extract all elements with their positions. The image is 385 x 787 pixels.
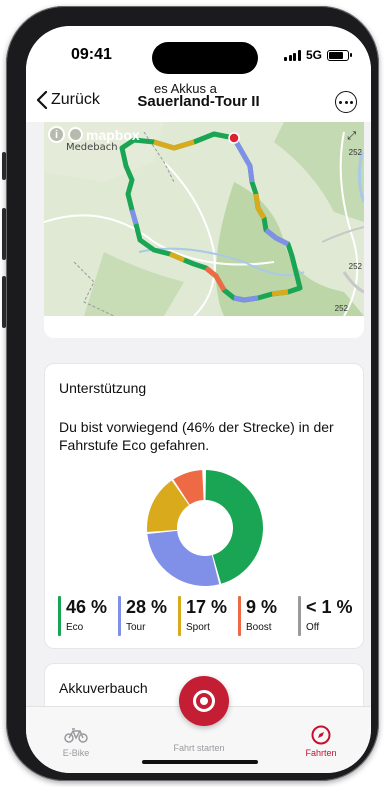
legend-label: Tour <box>126 622 146 633</box>
legend-value: 28 % <box>126 597 168 617</box>
volume-down-button <box>2 276 6 328</box>
support-card: Unterstützung Du bist vorwiegend (46% de… <box>44 363 364 649</box>
tab-ebike[interactable]: E-Bike <box>31 725 121 758</box>
volume-up-button <box>2 208 6 260</box>
tab-rides[interactable]: Fahrten <box>276 725 366 758</box>
route-map[interactable]: i mapbox Medebach 252 252 252 ⤢ <box>44 122 364 316</box>
support-donut-chart <box>147 470 263 586</box>
more-options-icon[interactable] <box>335 91 357 113</box>
battery-usage-title: Akkuverbauch <box>59 680 148 696</box>
status-bar: 09:41 5G <box>26 26 371 86</box>
expand-map-icon[interactable]: ⤢ <box>347 130 356 143</box>
start-ride-button[interactable] <box>179 676 229 726</box>
tour-color-bar <box>118 596 121 636</box>
previous-card-bottom <box>44 316 364 338</box>
legend-label: Sport <box>186 622 210 633</box>
legend-value: < 1 % <box>306 597 353 617</box>
donut-slice-tour <box>147 530 220 586</box>
map-town-label: Medebach <box>66 142 118 153</box>
tab-label: E-Bike <box>62 748 90 758</box>
mapbox-label: mapbox <box>86 126 140 143</box>
tab-label: Fahrten <box>305 748 337 758</box>
off-color-bar <box>298 596 301 636</box>
screen: 09:41 5G Zurück Sauerland-Tour II i mapb… <box>26 26 371 773</box>
tab-start-ride[interactable]: Fahrt starten <box>154 743 244 753</box>
legend-item-boost: 9 % Boost <box>238 596 277 636</box>
mute-switch <box>2 152 6 180</box>
boost-color-bar <box>238 596 241 636</box>
network-label: 5G <box>305 48 322 62</box>
dynamic-island <box>152 42 258 74</box>
battery-usage-subtitle: es Akkus a <box>154 81 217 96</box>
legend-item-sport: 17 % Sport <box>178 596 227 636</box>
legend-item-off: < 1 % Off <box>298 596 353 636</box>
road-label: 252 <box>334 304 348 313</box>
legend-label: Off <box>306 622 320 633</box>
home-indicator[interactable] <box>142 760 258 764</box>
legend-item-tour: 28 % Tour <box>118 596 167 636</box>
legend-value: 46 % <box>66 597 108 617</box>
support-legend: 46 % Eco 28 % Tour 17 % Sport 9 % Boost <box>58 596 358 636</box>
legend-value: 17 % <box>186 597 228 617</box>
battery-icon <box>327 49 352 61</box>
road-label: 252 <box>348 148 362 157</box>
signal-icon <box>284 49 301 61</box>
support-title: Unterstützung <box>59 380 147 396</box>
mapbox-attribution[interactable]: i mapbox <box>48 126 140 143</box>
mapbox-logo-icon <box>68 127 83 142</box>
status-indicators: 5G <box>284 48 352 62</box>
info-icon[interactable]: i <box>48 126 65 143</box>
support-description: Du bist vorwiegend (46% der Strecke) in … <box>59 419 334 453</box>
legend-item-eco: 46 % Eco <box>58 596 107 636</box>
legend-label: Eco <box>66 622 84 633</box>
record-icon <box>193 690 215 712</box>
legend-label: Boost <box>246 622 272 633</box>
status-time: 09:41 <box>71 46 112 63</box>
legend-value: 9 % <box>246 597 278 617</box>
tab-label: Fahrt starten <box>173 743 225 753</box>
sport-color-bar <box>178 596 181 636</box>
eco-color-bar <box>58 596 61 636</box>
phone-frame: 09:41 5G Zurück Sauerland-Tour II i mapb… <box>2 6 379 781</box>
bike-icon <box>31 725 121 745</box>
compass-icon <box>276 725 366 745</box>
road-label: 252 <box>348 262 362 271</box>
